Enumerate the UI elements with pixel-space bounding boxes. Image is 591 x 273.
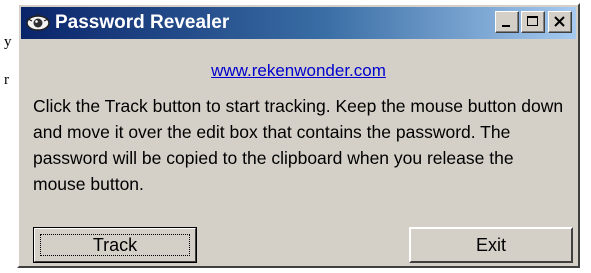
website-link[interactable]: www.rekenwonder.com: [19, 61, 578, 81]
close-button[interactable]: [548, 11, 572, 33]
exit-button[interactable]: Exit: [409, 227, 573, 263]
title-bar[interactable]: Password Revealer: [21, 7, 576, 39]
close-icon: [554, 16, 565, 27]
exit-button-label: Exit: [475, 234, 506, 255]
background-text-fragment: r: [4, 72, 9, 88]
caption-buttons: [495, 11, 572, 33]
minimize-button[interactable]: [495, 11, 519, 33]
password-revealer-window: Password Revealer www.rekenwonder.com Cl…: [17, 3, 580, 268]
track-button[interactable]: Track: [33, 227, 197, 263]
background-text-fragment: y: [4, 34, 12, 50]
minimize-icon: [502, 25, 510, 27]
instructions-text: Click the Track button to start tracking…: [33, 96, 564, 194]
maximize-icon: [527, 16, 538, 26]
window-title: Password Revealer: [55, 12, 230, 33]
maximize-button[interactable]: [521, 11, 545, 33]
eye-app-icon: [26, 13, 50, 31]
focus-rectangle: [40, 234, 190, 256]
